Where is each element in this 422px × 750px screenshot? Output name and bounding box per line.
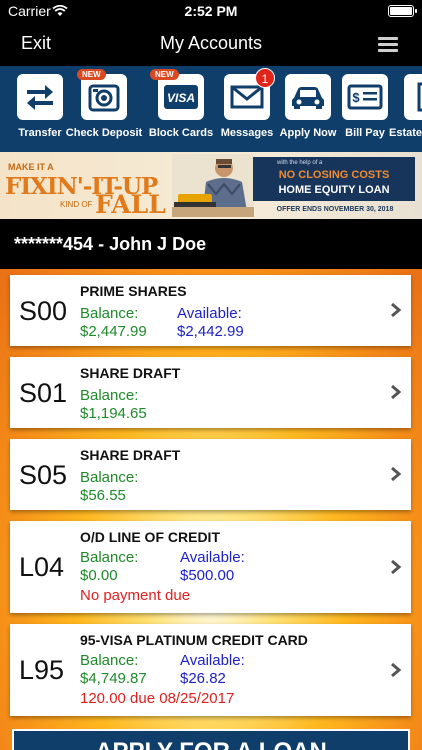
member-header: *******454 - John J Doe bbox=[0, 219, 422, 269]
balance-value: $1,194.65 bbox=[80, 405, 147, 422]
promo-banner[interactable]: MAKE IT A FIXIN'-IT-UP KIND OF FALL with… bbox=[0, 152, 422, 219]
available-label: Available: bbox=[177, 305, 242, 322]
status-bar: Carrier 2:52 PM bbox=[0, 0, 422, 22]
nav-bar: Exit My Accounts bbox=[0, 22, 422, 66]
available-label: Available: bbox=[180, 549, 245, 566]
unread-count-badge: 1 bbox=[255, 68, 275, 88]
available-value: $26.82 bbox=[180, 670, 226, 687]
account-code: L95 bbox=[19, 655, 65, 685]
quick-actions-toolbar: Transfer NEW Check Deposit VISA NEW Bloc… bbox=[0, 66, 422, 152]
promo-offer-end: OFFER ENDS NOVEMBER 30, 2018 bbox=[276, 206, 394, 213]
account-code: S05 bbox=[19, 460, 68, 490]
apply-for-loan-button[interactable]: APPLY FOR A LOAN bbox=[12, 729, 410, 750]
bill-icon: $ bbox=[342, 74, 388, 120]
account-name: PRIME SHARES bbox=[80, 283, 187, 299]
account-code: L04 bbox=[19, 552, 65, 582]
visa-card-icon: VISA bbox=[158, 74, 204, 120]
available-value: $500.00 bbox=[180, 567, 235, 584]
balance-value: $4,749.87 bbox=[80, 670, 147, 687]
balance-label: Balance: bbox=[80, 549, 139, 566]
chevron-right-icon bbox=[391, 559, 402, 575]
promo-worker-illustration bbox=[172, 154, 254, 217]
account-code: S01 bbox=[19, 378, 68, 408]
balance-value: $56.55 bbox=[80, 487, 126, 504]
account-name: 95-VISA PLATINUM CREDIT CARD bbox=[80, 632, 308, 648]
account-card-s00[interactable]: S00 PRIME SHARES Balance: $2,447.99 Avai… bbox=[10, 275, 411, 346]
available-value: $2,442.99 bbox=[177, 323, 244, 340]
account-card-l95[interactable]: L95 95-VISA PLATINUM CREDIT CARD Balance… bbox=[10, 624, 411, 716]
transfer-icon bbox=[17, 74, 63, 120]
accounts-list: S00 PRIME SHARES Balance: $2,447.99 Avai… bbox=[0, 269, 422, 750]
account-code: S00 bbox=[19, 296, 68, 326]
svg-text:$: $ bbox=[352, 90, 360, 105]
account-card-s01[interactable]: S01 SHARE DRAFT Balance: $1,194.65 bbox=[10, 357, 411, 428]
balance-value: $0.00 bbox=[80, 567, 118, 584]
account-name: SHARE DRAFT bbox=[80, 365, 181, 381]
available-label: Available: bbox=[180, 652, 245, 669]
page-title: My Accounts bbox=[159, 33, 263, 53]
car-icon bbox=[285, 74, 331, 120]
promo-line-4: FALL bbox=[95, 190, 166, 219]
balance-label: Balance: bbox=[80, 652, 139, 669]
chevron-right-icon bbox=[391, 662, 402, 678]
chevron-right-icon bbox=[391, 466, 402, 482]
balance-value: $2,447.99 bbox=[80, 323, 147, 340]
promo-panel-highlight: NO CLOSING COSTS bbox=[278, 169, 390, 181]
balance-label: Balance: bbox=[80, 387, 139, 404]
camera-deposit-icon bbox=[81, 74, 127, 120]
promo-panel-intro: with the help of a bbox=[277, 160, 323, 166]
chevron-right-icon bbox=[391, 384, 402, 400]
building-icon bbox=[404, 74, 422, 120]
payment-status: No payment due bbox=[80, 587, 191, 604]
hamburger-menu-icon[interactable] bbox=[378, 37, 398, 55]
account-card-s05[interactable]: S05 SHARE DRAFT Balance: $56.55 bbox=[10, 439, 411, 510]
toolbar-item-label: Check Deposit bbox=[65, 127, 143, 139]
new-badge: NEW bbox=[77, 69, 106, 80]
visa-card-text: VISA bbox=[167, 91, 195, 105]
balance-label: Balance: bbox=[80, 469, 139, 486]
promo-panel-product: HOME EQUITY LOAN bbox=[278, 184, 390, 196]
new-badge: NEW bbox=[150, 69, 179, 80]
account-card-l04[interactable]: L04 O/D LINE OF CREDIT Balance: $0.00 Av… bbox=[10, 521, 411, 613]
promo-line-1: MAKE IT A bbox=[8, 162, 54, 172]
battery-icon bbox=[388, 5, 417, 17]
toolbar-item-label: Estate bbox=[389, 127, 422, 139]
chevron-right-icon bbox=[391, 302, 402, 318]
status-time: 2:52 PM bbox=[184, 3, 238, 19]
balance-label: Balance: bbox=[80, 305, 139, 322]
promo-line-3: KIND OF bbox=[60, 200, 93, 209]
payment-due: 120.00 due 08/25/2017 bbox=[80, 690, 235, 707]
account-name: O/D LINE OF CREDIT bbox=[80, 529, 220, 545]
promo-panel: with the help of a NO CLOSING COSTS HOME… bbox=[253, 157, 415, 201]
account-name: SHARE DRAFT bbox=[80, 447, 181, 463]
